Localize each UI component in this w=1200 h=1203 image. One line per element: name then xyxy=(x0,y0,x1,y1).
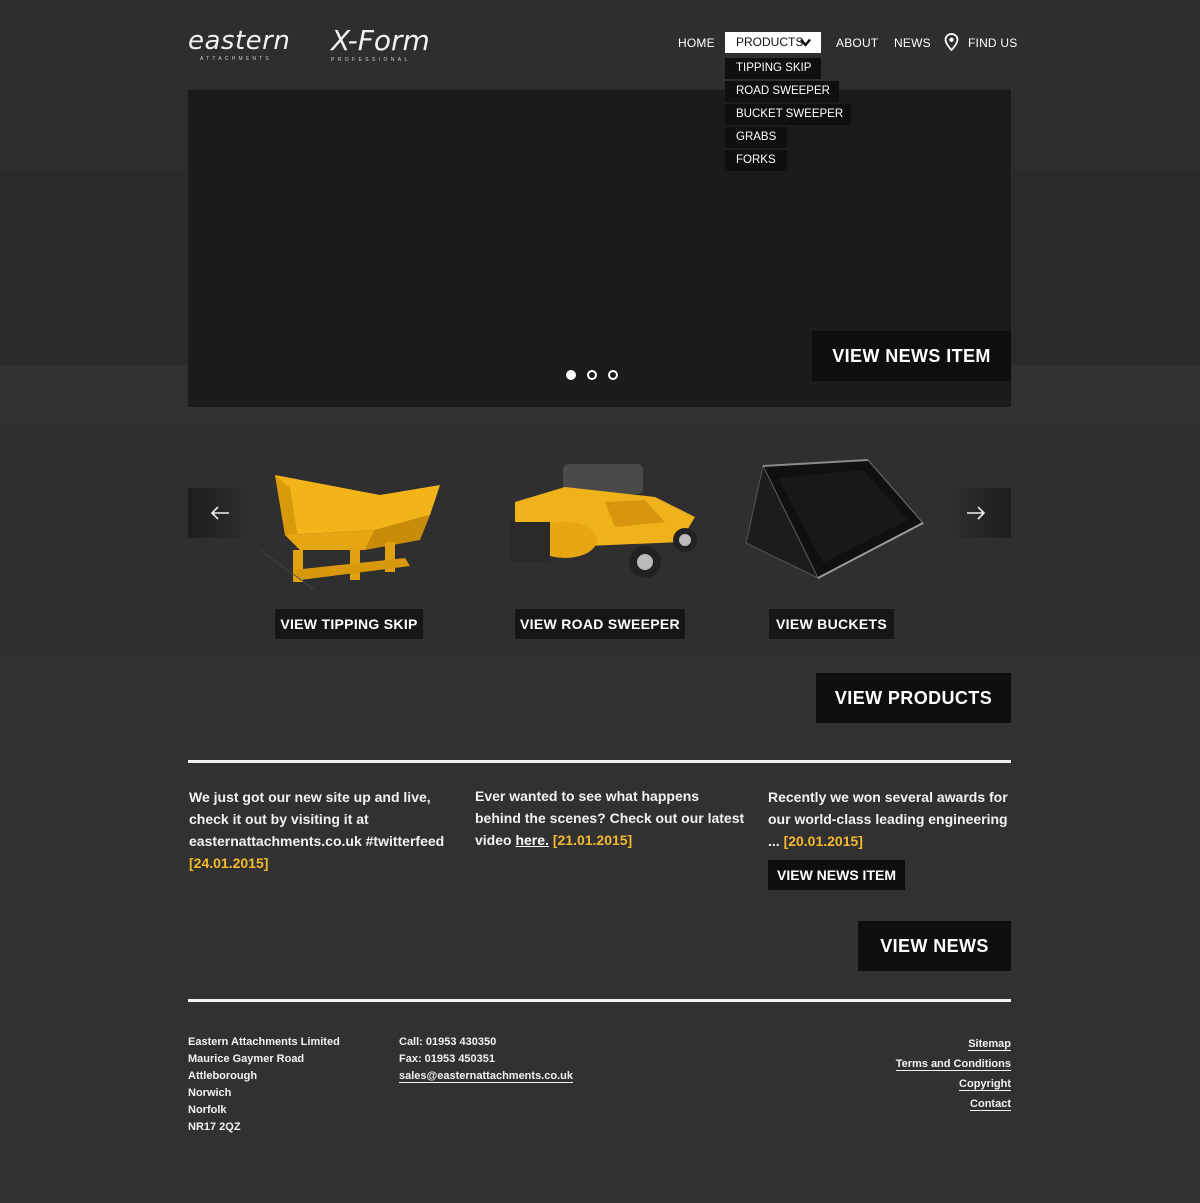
eastern-logo[interactable]: eastern ATTACHMENTS xyxy=(188,28,298,64)
footer-email-link[interactable]: sales@easternattachments.co.uk xyxy=(399,1070,573,1083)
address-line: Eastern Attachments Limited xyxy=(188,1036,340,1048)
address-line: NR17 2QZ xyxy=(188,1121,241,1133)
view-buckets-button[interactable]: VIEW BUCKETS xyxy=(769,609,894,639)
news-item-3-date: [20.01.2015] xyxy=(783,833,863,849)
slider-dot-3[interactable] xyxy=(608,370,618,380)
news-item-1: We just got our new site up and live, ch… xyxy=(189,786,451,874)
arrow-right-icon xyxy=(967,506,986,520)
footer-links: Sitemap Terms and Conditions Copyright C… xyxy=(860,1034,1011,1114)
news-view-news-item-button[interactable]: VIEW NEWS ITEM xyxy=(768,860,905,890)
carousel-prev-button[interactable] xyxy=(188,488,253,538)
tipping-skip-image[interactable] xyxy=(255,470,445,590)
dropdown-item-forks[interactable]: FORKS xyxy=(725,150,787,171)
nav-about[interactable]: ABOUT xyxy=(836,33,878,53)
view-road-sweeper-button[interactable]: VIEW ROAD SWEEPER xyxy=(515,609,685,639)
dropdown-item-road-sweeper[interactable]: ROAD SWEEPER xyxy=(725,81,839,102)
nav-products[interactable]: PRODUCTS xyxy=(725,32,821,53)
news-item-2: Ever wanted to see what happens behind t… xyxy=(475,785,745,851)
xform-logo-text: X-Form xyxy=(331,24,430,57)
nav-products-label: PRODUCTS xyxy=(736,35,804,49)
address-line: Maurice Gaymer Road xyxy=(188,1053,305,1065)
address-line: Norfolk xyxy=(188,1104,227,1116)
location-pin-icon[interactable] xyxy=(944,33,959,51)
chevron-down-icon xyxy=(800,38,811,47)
news-item-2-link[interactable]: here. xyxy=(515,832,548,848)
dropdown-item-tipping-skip[interactable]: TIPPING SKIP xyxy=(725,58,821,79)
footer-contact: Call: 01953 430350 Fax: 01953 450351 sal… xyxy=(399,1034,573,1085)
dropdown-item-grabs[interactable]: GRABS xyxy=(725,127,787,148)
footer-link-copyright[interactable]: Copyright xyxy=(959,1078,1011,1091)
footer-link-contact[interactable]: Contact xyxy=(970,1098,1011,1111)
bucket-image[interactable] xyxy=(738,458,928,583)
news-item-3: Recently we won several awards for our w… xyxy=(768,786,1018,852)
slider-dot-2[interactable] xyxy=(587,370,597,380)
footer-phone: Call: 01953 430350 xyxy=(399,1036,497,1048)
carousel-next-button[interactable] xyxy=(946,488,1011,538)
slider-dot-1[interactable] xyxy=(566,370,576,380)
divider-bottom xyxy=(188,999,1011,1002)
xform-logo-subtitle: PROFESSIONAL xyxy=(331,57,411,63)
view-news-button[interactable]: VIEW NEWS xyxy=(858,921,1011,971)
xform-logo[interactable]: X-Form PROFESSIONAL xyxy=(331,26,441,64)
news-item-1-text: We just got our new site up and live, ch… xyxy=(189,789,445,849)
dropdown-item-bucket-sweeper[interactable]: BUCKET SWEEPER xyxy=(725,104,851,125)
divider-top xyxy=(188,760,1011,763)
arrow-left-icon xyxy=(210,506,229,520)
nav-news[interactable]: NEWS xyxy=(894,33,931,53)
footer-address: Eastern Attachments Limited Maurice Gaym… xyxy=(188,1034,340,1136)
news-item-2-date: [21.01.2015] xyxy=(552,832,633,848)
view-tipping-skip-button[interactable]: VIEW TIPPING SKIP xyxy=(275,609,423,639)
address-line: Attleborough xyxy=(188,1070,258,1082)
news-item-1-date: [24.01.2015] xyxy=(189,855,269,871)
address-line: Norwich xyxy=(188,1087,232,1099)
nav-find-us[interactable]: FIND US xyxy=(968,33,1017,53)
nav-home[interactable]: HOME xyxy=(678,33,715,53)
hero-view-news-item-button[interactable]: VIEW NEWS ITEM xyxy=(812,331,1011,381)
footer-link-terms[interactable]: Terms and Conditions xyxy=(895,1058,1011,1071)
road-sweeper-image[interactable] xyxy=(505,462,705,582)
view-products-button[interactable]: VIEW PRODUCTS xyxy=(816,673,1011,723)
footer-link-sitemap[interactable]: Sitemap xyxy=(968,1038,1011,1051)
eastern-logo-subtitle: ATTACHMENTS xyxy=(200,56,272,62)
footer-fax: Fax: 01953 450351 xyxy=(399,1053,496,1065)
eastern-logo-text: eastern xyxy=(188,26,291,56)
